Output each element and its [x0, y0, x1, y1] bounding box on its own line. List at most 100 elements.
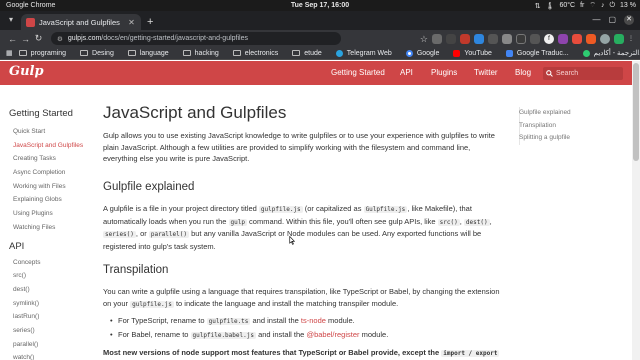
extension-icon-1[interactable]	[432, 33, 442, 44]
code-series: series()	[103, 231, 136, 238]
extension-icon-2[interactable]	[446, 33, 456, 44]
url-host: gulpjs.com	[67, 35, 102, 42]
extension-icon-11[interactable]	[586, 33, 596, 44]
sidebar-item-quick-start[interactable]: Quick Start	[13, 125, 94, 139]
bookmark-folder-language[interactable]: language	[127, 50, 169, 57]
volume-icon[interactable]: ♪	[601, 2, 605, 9]
code-gulpfile-babel-js: gulpfile.babel.js	[190, 332, 256, 339]
nav-blog[interactable]: Blog	[515, 61, 531, 85]
system-tray: ⇅ 🌡 60°C fr ⌔ ♪ ⏻ 13 %	[535, 0, 636, 11]
nav-getting-started[interactable]: Getting Started	[331, 61, 385, 85]
mouse-cursor-icon	[289, 236, 295, 245]
google-icon	[405, 49, 413, 57]
window-close-icon[interactable]: ✕	[624, 15, 634, 25]
keyboard-layout[interactable]: fr	[580, 2, 584, 9]
tab-search-icon[interactable]: ▾	[4, 13, 18, 27]
scrollbar-thumb[interactable]	[633, 63, 639, 161]
code-gulpfile-ts: gulpfile.ts	[206, 318, 251, 325]
temperature-icon: 🌡	[545, 2, 555, 10]
link-ts-node[interactable]: ts-node	[301, 316, 326, 325]
bookmark-google[interactable]: Google	[405, 49, 439, 57]
folder-icon	[232, 50, 241, 56]
nav-plugins[interactable]: Plugins	[431, 61, 457, 85]
nav-api[interactable]: API	[400, 61, 413, 85]
bookmark-arabic-academy[interactable]: الترجمة - أكاديم...	[582, 49, 640, 57]
wifi-icon[interactable]: ⌔	[589, 1, 596, 10]
browser-menu-icon[interactable]: ⋮	[628, 34, 634, 44]
toc-item-splitting-a-gulpfile[interactable]: Splitting a gulpfile	[519, 132, 619, 145]
extension-icon-12[interactable]	[614, 33, 624, 44]
link-babel-register[interactable]: @babel/register	[306, 330, 359, 339]
sidebar-item-explaining-globs[interactable]: Explaining Globs	[13, 193, 94, 207]
minimize-icon[interactable]: —	[592, 15, 600, 25]
transpilation-paragraph: You can write a gulpfile using a languag…	[103, 287, 500, 308]
extension-icon-7[interactable]	[516, 33, 526, 44]
code-import-export: import / export	[441, 350, 500, 357]
sidebar-item-javascript-and-gulpfiles[interactable]: JavaScript and Gulpfiles	[13, 139, 94, 153]
site-search-box[interactable]: Search	[543, 67, 623, 80]
browser-tab-active[interactable]: JavaScript and Gulpfiles ✕	[21, 14, 141, 30]
forward-arrow-icon[interactable]: →	[19, 34, 32, 44]
sidebar-item-dest[interactable]: dest()	[13, 283, 94, 297]
bookmark-folder-programing[interactable]: programing	[18, 50, 66, 57]
bookmark-youtube[interactable]: YouTube	[453, 49, 492, 57]
toc-item-transpilation[interactable]: Transpilation	[519, 120, 619, 133]
sidebar-item-parallel[interactable]: parallel()	[13, 338, 94, 352]
bookmark-star-icon[interactable]: ☆	[420, 34, 428, 44]
extensions-area: ☆ f ⋮	[420, 32, 634, 45]
gulp-favicon-icon	[26, 17, 35, 27]
bookmark-folder-desing[interactable]: Desing	[80, 50, 114, 57]
extension-icon-10[interactable]	[572, 33, 582, 44]
bookmark-folder-etude[interactable]: etude	[292, 50, 322, 57]
sidebar-item-creating-tasks[interactable]: Creating Tasks	[13, 152, 94, 166]
bookmark-telegram[interactable]: Telegram Web	[335, 49, 392, 57]
node-support-note: Most new versions of node support most f…	[103, 348, 500, 357]
heading-gulpfile-explained: Gulpfile explained	[103, 181, 195, 193]
bookmark-google-translate[interactable]: Google Traduc...	[505, 49, 569, 57]
sidebar-item-using-plugins[interactable]: Using Plugins	[13, 207, 94, 221]
network-icon[interactable]: ⇅	[535, 2, 541, 10]
bookmark-folder-electronics[interactable]: electronics	[232, 50, 278, 57]
bookmark-folder-hacking[interactable]: hacking	[182, 50, 219, 57]
list-item-babel: For Babel, rename to gulpfile.babel.js a…	[110, 330, 388, 339]
extension-icon-4[interactable]	[474, 33, 484, 44]
power-icon[interactable]: ⏻	[609, 2, 615, 10]
sidebar-item-working-with-files[interactable]: Working with Files	[13, 180, 94, 194]
sidebar-heading-getting-started: Getting Started	[9, 108, 73, 119]
extension-icon-9[interactable]	[558, 33, 568, 44]
extension-icon-5[interactable]	[488, 33, 498, 44]
nav-twitter[interactable]: Twitter	[474, 61, 498, 85]
back-arrow-icon[interactable]: ←	[6, 34, 19, 44]
browser-tab-strip: ▾ JavaScript and Gulpfiles ✕ + — ▢ ✕	[0, 11, 640, 30]
extension-icon-8[interactable]	[530, 33, 540, 44]
tab-close-icon[interactable]: ✕	[127, 18, 136, 27]
sidebar-item-watching-files[interactable]: Watching Files	[13, 221, 94, 235]
code-gulpfile-js-2: gulpfile.js	[130, 300, 174, 308]
extension-icon-6[interactable]	[502, 33, 512, 44]
table-of-contents: Gulpfile explained Transpilation Splitti…	[519, 107, 619, 145]
youtube-icon	[453, 49, 461, 57]
new-tab-plus-icon[interactable]: +	[147, 16, 153, 28]
toc-item-gulpfile-explained[interactable]: Gulpfile explained	[519, 107, 619, 120]
sidebar-item-lastrun[interactable]: lastRun()	[13, 310, 94, 324]
address-bar[interactable]: ⚙ gulpjs.com/docs/en/getting-started/jav…	[51, 32, 341, 45]
reload-icon[interactable]: ↻	[32, 33, 45, 44]
account-avatar-icon[interactable]	[600, 33, 610, 44]
site-info-icon[interactable]: ⚙	[57, 35, 63, 43]
os-top-bar: Google Chrome Tue Sep 17, 16:00 ⇅ 🌡 60°C…	[0, 0, 640, 11]
sidebar-item-series[interactable]: series()	[13, 324, 94, 338]
sidebar-item-symlink[interactable]: symlink()	[13, 297, 94, 311]
gulp-logo[interactable]: Gulp	[9, 64, 44, 79]
maximize-icon[interactable]: ▢	[608, 15, 616, 25]
sidebar-item-src[interactable]: src()	[13, 269, 94, 283]
extension-icon-3[interactable]	[460, 33, 470, 44]
page-scrollbar[interactable]	[632, 61, 640, 360]
profile-avatar-icon[interactable]: f	[544, 33, 554, 44]
apps-grid-icon[interactable]: ▦	[6, 49, 13, 57]
sidebar-item-concepts[interactable]: Concepts	[13, 256, 94, 270]
sidebar-item-async-completion[interactable]: Async Completion	[13, 166, 94, 180]
heading-transpilation: Transpilation	[103, 264, 169, 276]
code-parallel: parallel()	[148, 231, 189, 238]
search-icon	[546, 70, 553, 77]
sidebar-item-watch[interactable]: watch()	[13, 351, 94, 360]
